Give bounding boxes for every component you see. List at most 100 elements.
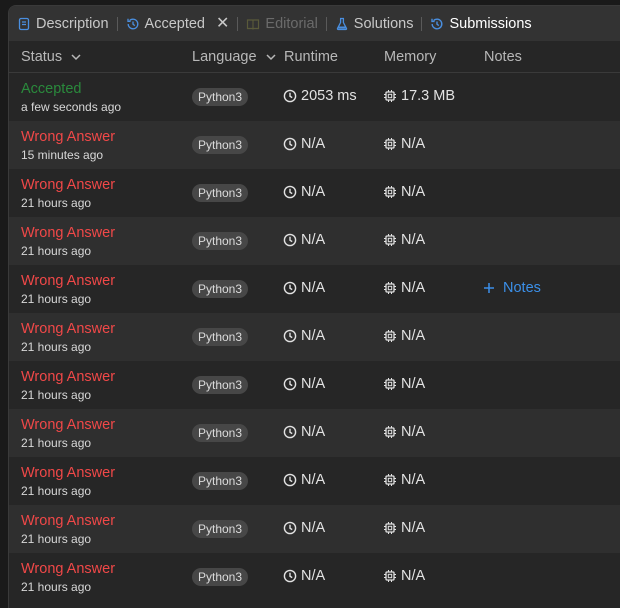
table-row[interactable]: Wrong Answer 21 hours ago Python3 N/A N/A [9,361,620,409]
submission-status[interactable]: Wrong Answer [21,225,115,241]
language-badge: Python3 [192,88,249,106]
tab-submissions[interactable]: Submissions [430,6,532,41]
runtime-value: N/A [301,184,326,200]
clock-icon [283,137,297,151]
table-row[interactable]: Wrong Answer 21 hours ago Python3 N/A N/A Not… [9,265,620,313]
language-badge: Python3 [192,376,249,394]
submission-status[interactable]: Accepted [21,81,81,97]
close-icon[interactable]: ✕ [216,15,229,32]
memory-value: N/A [401,424,426,440]
runtime-value: 2053 ms [301,88,357,104]
memory-value: 17.3 MB [401,88,455,104]
tab-accepted[interactable]: Accepted ✕ [126,6,229,41]
chip-icon [384,330,396,342]
language-badge: Python3 [192,328,249,346]
add-notes-button[interactable]: Notes [483,280,541,296]
submissions-panel: Description Accepted ✕ Editorial Solutio… [8,5,620,608]
runtime-cell: N/A [283,136,325,152]
chip-icon [384,138,396,150]
table-row[interactable]: Wrong Answer 21 hours ago Python3 N/A N/A [9,409,620,457]
submission-time: 21 hours ago [21,580,92,594]
memory-value: N/A [401,520,426,536]
chip-icon [384,474,396,486]
submission-status[interactable]: Wrong Answer [21,177,115,193]
table-row[interactable]: Wrong Answer 21 hours ago Python3 N/A N/A [9,217,620,265]
memory-cell: N/A [383,424,425,440]
runtime-cell: N/A [283,232,325,248]
chip-icon [384,90,396,102]
status-header: Status [21,48,63,65]
runtime-value: N/A [301,424,326,440]
runtime-cell: N/A [283,568,325,584]
clock-icon [283,89,297,103]
notes-header: Notes [484,48,522,65]
submission-status[interactable]: Wrong Answer [21,369,115,385]
runtime-value: N/A [301,280,326,296]
clock-icon [283,377,297,391]
table-row[interactable]: Wrong Answer 21 hours ago Python3 N/A N/A [9,457,620,505]
submission-time: 21 hours ago [21,388,92,402]
book-icon [247,18,260,30]
submission-time: a few seconds ago [21,100,122,114]
memory-cell: 17.3 MB [383,88,455,104]
clock-icon [283,329,297,343]
tab-bar: Description Accepted ✕ Editorial Solutio… [9,6,620,41]
runtime-value: N/A [301,568,326,584]
memory-value: N/A [401,184,426,200]
tab-solutions[interactable]: Solutions [335,6,414,41]
table-row[interactable]: Accepted a few seconds ago Python3 2053 ms 1… [9,73,620,121]
tab-editorial[interactable]: Editorial [246,6,318,41]
submission-status[interactable]: Wrong Answer [21,129,115,145]
runtime-cell: N/A [283,520,325,536]
chip-icon [384,234,396,246]
table-row[interactable]: Wrong Answer 15 minutes ago Python3 N/A N/A [9,121,620,169]
runtime-value: N/A [301,232,326,248]
tab-description[interactable]: Description [17,6,109,41]
submission-time: 21 hours ago [21,436,92,450]
submission-status[interactable]: Wrong Answer [21,417,115,433]
status-filter[interactable]: Status [21,49,82,65]
submission-status[interactable]: Wrong Answer [21,465,115,481]
language-filter[interactable]: Language [192,49,277,65]
table-row[interactable]: Wrong Answer 21 hours ago Python3 N/A N/A [9,169,620,217]
submission-status[interactable]: Wrong Answer [21,273,115,289]
runtime-cell: N/A [283,328,325,344]
runtime-cell: N/A [283,424,325,440]
submission-status[interactable]: Wrong Answer [21,513,115,529]
table-row[interactable]: Wrong Answer 21 hours ago Python3 N/A N/A [9,313,620,361]
plus-icon [484,283,494,293]
submission-time: 15 minutes ago [21,148,104,162]
clock-icon [283,185,297,199]
table-header: Status Language Runtime Memory Notes [9,41,620,73]
memory-cell: N/A [383,136,425,152]
memory-header: Memory [384,48,437,65]
tab-divider [325,16,327,31]
submission-time: 21 hours ago [21,532,92,546]
tab-solutions-label: Solutions [353,15,414,32]
clock-icon [283,425,297,439]
language-badge: Python3 [192,568,249,586]
chip-icon [384,426,396,438]
memory-cell: N/A [383,328,425,344]
chip-icon [384,522,396,534]
submission-status[interactable]: Wrong Answer [21,321,115,337]
submission-status[interactable]: Wrong Answer [21,561,115,577]
submission-time: 21 hours ago [21,484,92,498]
chevron-down-icon [71,54,81,60]
runtime-value: N/A [301,520,326,536]
memory-cell: N/A [383,568,425,584]
memory-cell: N/A [383,280,425,296]
tab-description-label: Description [36,15,109,32]
runtime-value: N/A [301,472,326,488]
language-badge: Python3 [192,424,249,442]
runtime-cell: N/A [283,280,325,296]
clock-icon [283,233,297,247]
language-badge: Python3 [192,184,249,202]
table-row[interactable]: Wrong Answer 21 hours ago Python3 N/A N/A [9,553,620,601]
clock-icon [283,521,297,535]
memory-value: N/A [401,472,426,488]
memory-value: N/A [401,136,426,152]
tab-editorial-label: Editorial [265,15,318,32]
table-row[interactable]: Wrong Answer 21 hours ago Python3 N/A N/A [9,505,620,553]
clock-icon [283,473,297,487]
